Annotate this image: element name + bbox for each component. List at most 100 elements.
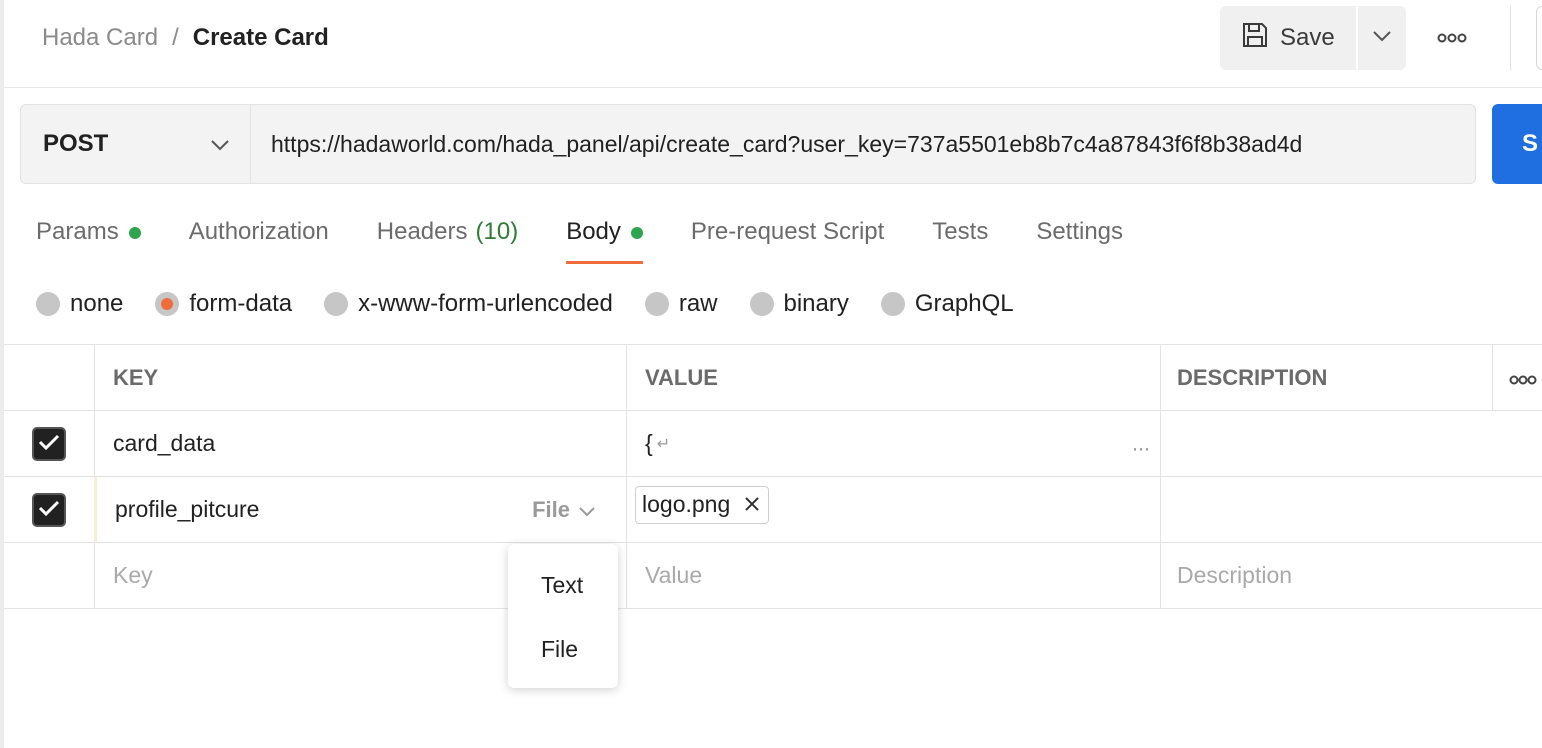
row-check-cell: [4, 543, 94, 608]
new-description-input[interactable]: Description: [1160, 543, 1492, 608]
params-active-indicator: [128, 227, 141, 239]
save-label: Save: [1280, 24, 1335, 51]
row-enabled-checkbox[interactable]: [32, 426, 66, 461]
file-name: logo.png: [642, 491, 731, 517]
url-input[interactable]: https://hadaworld.com/hada_panel/api/cre…: [251, 105, 1475, 183]
tab-settings[interactable]: Settings: [1036, 210, 1123, 264]
table-options-button[interactable]: [1492, 345, 1542, 410]
radio-label: x-www-form-urlencoded: [358, 290, 613, 317]
table-header-row: KEY VALUE DESCRIPTION: [4, 344, 1542, 411]
header-key: KEY: [94, 345, 626, 410]
method-select[interactable]: POST: [21, 105, 251, 183]
checkmark-icon: [38, 430, 60, 457]
key-type-label: File: [532, 496, 570, 522]
radio-circle: [880, 292, 905, 316]
header-divider: [1510, 6, 1511, 70]
radio-label: GraphQL: [914, 290, 1014, 317]
chevron-down-icon: [1372, 29, 1392, 47]
headers-count: (10): [475, 218, 519, 245]
more-horizontal-icon: [1509, 365, 1537, 391]
radio-raw[interactable]: raw: [644, 290, 718, 318]
side-panel-toggle[interactable]: [1536, 6, 1542, 70]
send-label: S: [1522, 130, 1539, 157]
tab-label: Body: [566, 218, 621, 245]
radio-label: form-data: [189, 290, 293, 317]
header-value: VALUE: [626, 345, 1160, 410]
tab-body[interactable]: Body: [566, 210, 643, 264]
value-cell[interactable]: logo.png: [626, 477, 1160, 542]
tab-label: Pre-request Script: [690, 218, 885, 245]
tab-pre-request-script[interactable]: Pre-request Script: [691, 210, 884, 264]
checkmark-icon: [38, 496, 60, 523]
tab-params[interactable]: Params: [36, 210, 141, 264]
radio-x-www-form-urlencoded[interactable]: x-www-form-urlencoded: [324, 290, 613, 318]
value-text: { ↵: [645, 430, 670, 457]
new-value-input[interactable]: Value: [626, 543, 1160, 608]
radio-circle: [324, 292, 349, 316]
tab-headers[interactable]: Headers (10): [377, 210, 518, 264]
breadcrumb-request-name[interactable]: Create Card: [193, 24, 329, 52]
description-cell[interactable]: [1160, 411, 1492, 476]
tab-label: Headers: [376, 218, 468, 245]
row-check-cell: [4, 411, 94, 476]
save-button[interactable]: Save: [1220, 6, 1356, 70]
body-type-selector: none form-data x-www-form-urlencoded raw…: [36, 288, 1046, 320]
more-options-button[interactable]: [1430, 24, 1474, 54]
expand-value-button[interactable]: ⋯: [1132, 439, 1150, 460]
radio-form-data[interactable]: form-data: [155, 290, 292, 318]
breadcrumb: Hada Card / Create Card: [42, 24, 329, 52]
tab-label: Tests: [932, 218, 989, 245]
save-group: Save: [1220, 6, 1406, 70]
radio-circle: [36, 292, 60, 316]
header-check-cell: [4, 345, 94, 410]
description-cell[interactable]: [1160, 477, 1492, 542]
tab-authorization[interactable]: Authorization: [189, 210, 329, 264]
value-cell[interactable]: { ↵ ⋯: [626, 411, 1160, 476]
radio-label: raw: [678, 290, 718, 317]
breadcrumb-separator: /: [172, 24, 179, 51]
row-enabled-checkbox[interactable]: [32, 492, 66, 527]
url-text: https://hadaworld.com/hada_panel/api/cre…: [271, 130, 1303, 157]
menu-item-file[interactable]: File: [508, 626, 618, 690]
chevron-down-icon: [570, 497, 596, 523]
method-label: POST: [43, 130, 109, 157]
close-icon: [744, 491, 760, 518]
table-row: profile_pitcure File logo.png: [4, 477, 1542, 543]
radio-label: binary: [783, 290, 849, 317]
key-text: card_data: [113, 430, 216, 456]
file-chip: logo.png: [635, 485, 770, 524]
more-horizontal-icon: [1437, 30, 1467, 48]
table-row: card_data { ↵ ⋯: [4, 411, 1542, 477]
key-cell[interactable]: card_data: [94, 411, 626, 476]
tab-label: Params: [36, 218, 119, 245]
header: Hada Card / Create Card Save: [4, 0, 1542, 88]
key-type-menu: Text File: [508, 544, 618, 688]
body-active-indicator: [630, 227, 643, 239]
save-icon: [1240, 20, 1280, 57]
radio-none[interactable]: none: [36, 290, 123, 318]
header-description: DESCRIPTION: [1160, 345, 1492, 410]
request-url-bar: POST https://hadaworld.com/hada_panel/ap…: [20, 104, 1476, 184]
key-text: profile_pitcure: [115, 496, 260, 522]
radio-circle-selected: [155, 292, 180, 316]
breadcrumb-collection[interactable]: Hada Card: [42, 24, 158, 52]
tab-label: Authorization: [188, 218, 329, 245]
menu-item-text[interactable]: Text: [508, 562, 618, 626]
key-cell[interactable]: profile_pitcure File: [94, 477, 626, 542]
send-button[interactable]: S: [1492, 104, 1542, 184]
row-check-cell: [4, 477, 94, 542]
radio-graphql[interactable]: GraphQL: [880, 290, 1014, 318]
tab-label: Settings: [1036, 218, 1124, 245]
key-placeholder: Key: [113, 562, 153, 588]
request-tabs: Params Authorization Headers (10) Body P…: [36, 210, 1171, 266]
key-type-select[interactable]: File: [532, 497, 596, 523]
radio-binary[interactable]: binary: [749, 290, 849, 318]
save-options-button[interactable]: [1358, 6, 1406, 70]
line-break-indicator: ↵: [656, 435, 671, 453]
radio-circle: [749, 292, 774, 316]
description-placeholder: Description: [1177, 562, 1293, 588]
remove-file-button[interactable]: [744, 491, 760, 518]
radio-label: none: [70, 290, 124, 317]
tab-tests[interactable]: Tests: [932, 210, 988, 264]
table-row-new: Key Value Description: [4, 543, 1542, 609]
